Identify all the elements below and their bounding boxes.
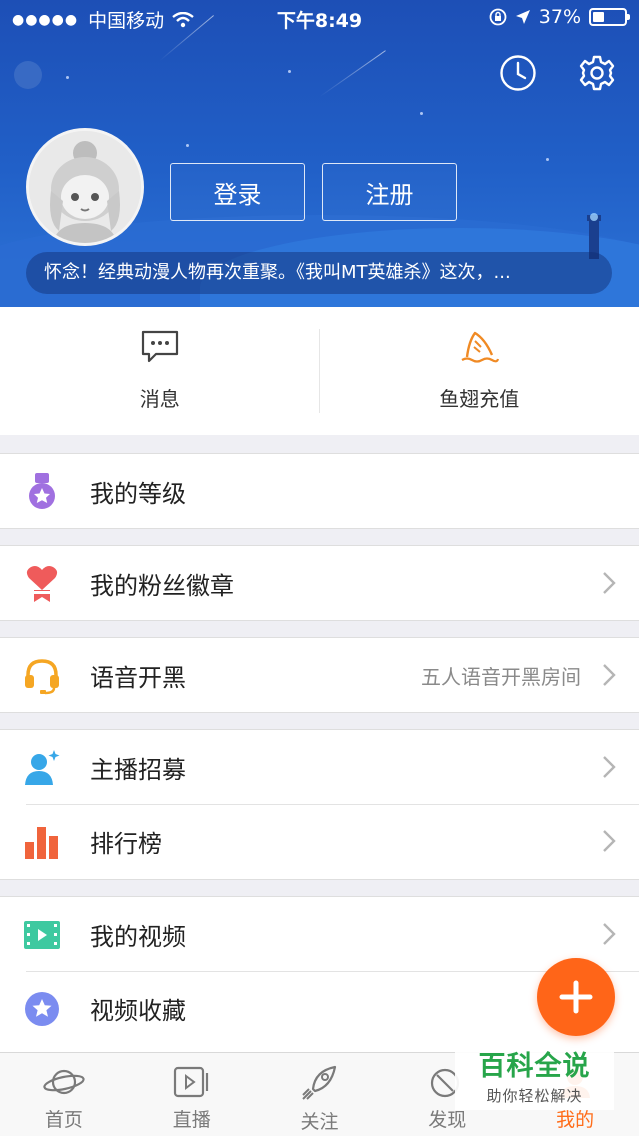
tab-label: 直播	[172, 1109, 211, 1131]
bar-chart-icon	[22, 822, 62, 862]
menu-group: 我的粉丝徽章	[0, 545, 639, 621]
menu-item-streamer-recruit[interactable]: 主播招募	[0, 730, 639, 804]
shark-fin-recharge-button[interactable]: 鱼翅充值	[320, 307, 639, 435]
tab-follow[interactable]: 关注	[256, 1053, 384, 1136]
video-play-icon	[22, 915, 62, 955]
heart-badge-icon	[22, 564, 62, 604]
tab-home[interactable]: 首页	[0, 1053, 128, 1136]
planet-decoration	[14, 61, 42, 89]
menu-item-label: 语音开黑	[90, 663, 186, 692]
messages-button[interactable]: 消息	[0, 307, 320, 435]
location-arrow-icon	[515, 10, 530, 24]
planet-icon	[43, 1069, 85, 1095]
rotation-lock-icon	[489, 8, 507, 26]
chevron-right-icon	[603, 664, 616, 686]
star-decoration	[288, 70, 291, 73]
default-avatar-icon	[29, 131, 141, 243]
shark-fin-icon	[461, 331, 500, 363]
login-button[interactable]: 登录	[170, 163, 305, 221]
star-decoration	[186, 144, 189, 147]
register-button[interactable]: 注册	[322, 163, 457, 221]
battery-icon	[589, 8, 630, 26]
add-fab-button[interactable]	[537, 958, 615, 1036]
watermark-title: 百科全说	[478, 1051, 591, 1082]
status-bar: ●●●●● 中国移动 下午8:49 37%	[0, 0, 639, 36]
settings-gear-icon[interactable]	[578, 54, 616, 92]
recharge-label: 鱼翅充值	[439, 387, 520, 411]
chat-bubble-icon	[141, 330, 178, 363]
star-decoration	[546, 158, 549, 161]
tab-label: 首页	[44, 1109, 83, 1131]
star-decoration	[66, 76, 69, 79]
streamer-recruit-icon	[22, 748, 62, 788]
menu-group: 我的等级	[0, 453, 639, 529]
star-circle-icon	[22, 989, 62, 1029]
menu-item-level[interactable]: 我的等级	[0, 454, 639, 528]
menu-item-fan-badge[interactable]: 我的粉丝徽章	[0, 546, 639, 620]
avatar[interactable]	[26, 128, 144, 246]
menu-item-subtitle: 五人语音开黑房间	[421, 664, 581, 689]
divider	[319, 329, 320, 413]
plus-icon	[559, 980, 593, 1014]
star-decoration	[420, 112, 423, 115]
tab-live[interactable]: 直播	[128, 1053, 256, 1136]
menu-item-label: 排行榜	[90, 829, 162, 858]
chevron-right-icon	[603, 923, 616, 945]
menu-item-label: 我的视频	[90, 922, 186, 951]
watermark-overlay: 百科全说 助你轻松解决	[455, 1040, 614, 1110]
menu-group: 语音开黑 五人语音开黑房间	[0, 637, 639, 713]
history-clock-icon[interactable]	[499, 54, 537, 92]
watermark-subtitle: 助你轻松解决	[486, 1087, 583, 1105]
tab-label: 关注	[300, 1111, 339, 1133]
medal-icon	[22, 472, 62, 512]
menu-item-my-videos[interactable]: 我的视频	[0, 897, 639, 971]
headset-icon	[22, 656, 62, 696]
profile-header: ●●●●● 中国移动 下午8:49 37% 登录 注册 怀念！经典动漫人物再次重…	[0, 0, 639, 307]
quick-actions: 消息 鱼翅充值	[0, 307, 639, 435]
chevron-right-icon	[603, 572, 616, 594]
menu-group: 主播招募 排行榜	[0, 729, 639, 880]
meteor-decoration	[319, 50, 386, 97]
menu-item-ranking[interactable]: 排行榜	[0, 804, 639, 878]
menu-item-label: 视频收藏	[90, 996, 186, 1025]
menu-item-label: 主播招募	[90, 755, 186, 784]
chevron-right-icon	[603, 830, 616, 852]
rocket-icon	[302, 1065, 337, 1100]
chevron-right-icon	[603, 756, 616, 778]
menu-item-label: 我的粉丝徽章	[90, 571, 234, 600]
news-ticker[interactable]: 怀念！经典动漫人物再次重聚。《我叫MT英雄杀》这次，...	[26, 252, 612, 294]
battery-percent: 37%	[538, 6, 581, 28]
menu-item-label: 我的等级	[90, 479, 186, 508]
menu-item-voice-party[interactable]: 语音开黑 五人语音开黑房间	[0, 638, 639, 712]
live-play-icon	[173, 1066, 208, 1098]
messages-label: 消息	[139, 387, 180, 411]
